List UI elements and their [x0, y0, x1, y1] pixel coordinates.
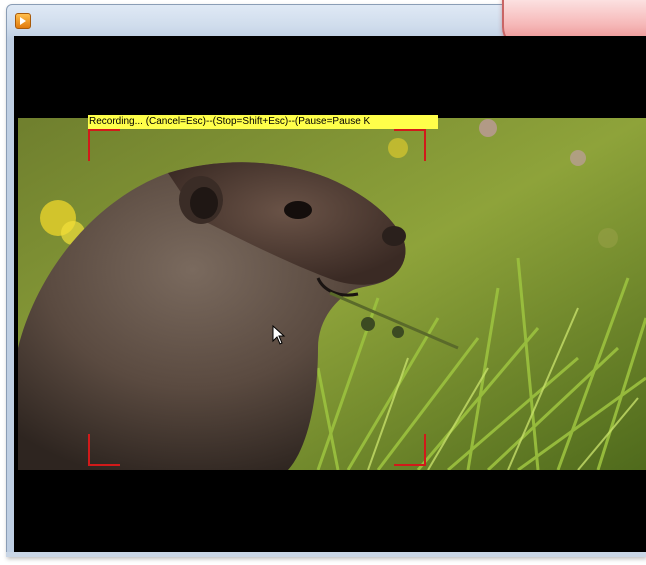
recording-status-bar: Recording... (Cancel=Esc)--(Stop=Shift+E… — [88, 115, 438, 129]
app-icon[interactable] — [15, 13, 31, 29]
mouse-pointer-icon — [272, 325, 286, 345]
selection-corner-bottom-right[interactable] — [394, 434, 426, 466]
selection-corner-top-right[interactable] — [394, 129, 426, 161]
window-bottom-border — [6, 552, 646, 557]
selection-corner-top-left[interactable] — [88, 129, 120, 161]
marmot-photo — [18, 118, 646, 470]
selection-corner-bottom-left[interactable] — [88, 434, 120, 466]
play-glyph-icon — [20, 17, 26, 25]
video-viewport: Recording... (Cancel=Esc)--(Stop=Shift+E… — [14, 36, 646, 552]
